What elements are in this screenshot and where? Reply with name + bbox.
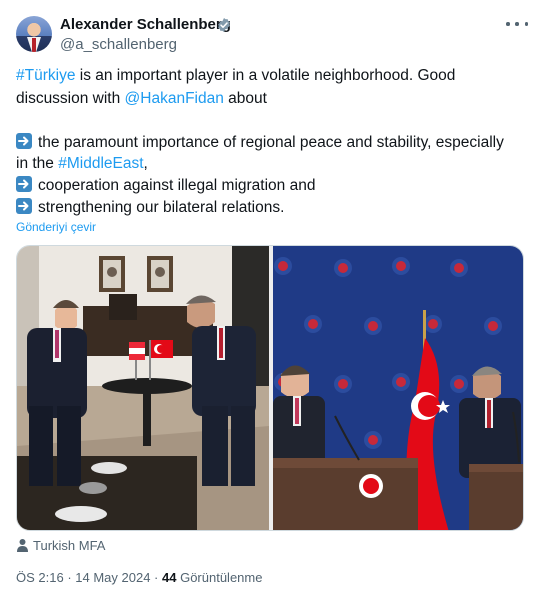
separator: · [63, 570, 76, 585]
views-label: Görüntülenme [176, 570, 263, 585]
tweet-text: is an important player in a volatile nei… [75, 67, 456, 84]
tweet-line-2: discussion with @HakanFidan about [16, 88, 267, 109]
photo-press-conference[interactable] [273, 246, 523, 530]
photo-office-meeting[interactable] [17, 246, 269, 530]
tweet-text: , [143, 155, 148, 172]
tweet-text: cooperation against illegal migration an… [38, 177, 316, 194]
verified-badge-icon [218, 18, 230, 32]
arrow-right-emoji-icon [16, 176, 32, 192]
person-icon [17, 539, 28, 552]
views-count: 44 [162, 570, 177, 585]
tweet-text: about [223, 90, 267, 107]
tweet-text: in the [16, 155, 59, 172]
media-grid [16, 245, 524, 531]
tweet-meta: ÖS 2:16 · 14 May 2024 · 44 Görüntülenme [16, 570, 262, 585]
tweet-text: strengthening our bilateral relations. [38, 199, 285, 216]
author-name[interactable]: Alexander Schallenberg [60, 16, 231, 33]
hashtag-middleeast[interactable]: #MiddleEast [58, 155, 143, 172]
author-avatar[interactable] [16, 16, 52, 52]
mention-hakanfidan[interactable]: @HakanFidan [125, 90, 224, 107]
tweet-time[interactable]: ÖS 2:16 [16, 570, 64, 585]
bullet-3: strengthening our bilateral relations. [16, 197, 284, 218]
tweet-date[interactable]: 14 May 2024 [75, 570, 150, 585]
tweet-text: the paramount importance of regional pea… [38, 134, 504, 151]
media-credit[interactable]: Turkish MFA [33, 538, 105, 553]
author-handle[interactable]: @a_schallenberg [60, 36, 177, 53]
arrow-right-emoji-icon [16, 133, 32, 149]
arrow-right-emoji-icon [16, 198, 32, 214]
tweet-line-1: #Türkiye is an important player in a vol… [16, 65, 455, 86]
more-options-icon[interactable] [506, 14, 528, 34]
separator: · [150, 570, 162, 585]
bullet-1-cont: in the #MiddleEast, [16, 153, 148, 174]
bullet-1: the paramount importance of regional pea… [16, 132, 504, 153]
hashtag-turkiye[interactable]: #Türkiye [16, 67, 75, 84]
bullet-2: cooperation against illegal migration an… [16, 175, 315, 196]
translate-post-link[interactable]: Gönderiyi çevir [16, 220, 96, 234]
tweet-text: discussion with [16, 90, 125, 107]
